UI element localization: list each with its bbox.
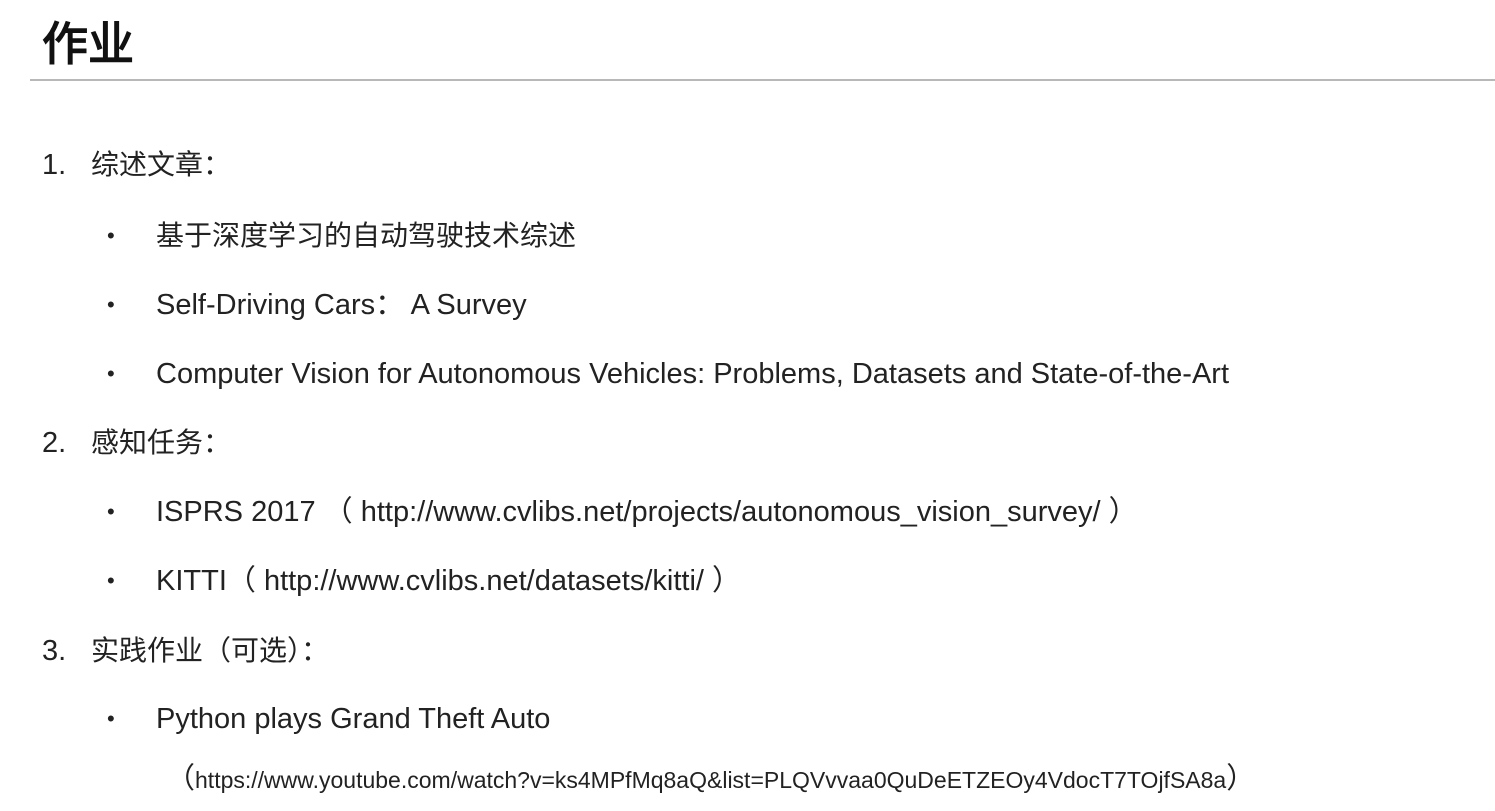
page-title: 作业 xyxy=(42,17,134,71)
section-heading: 感知任务： xyxy=(91,426,232,459)
youtube-url-link[interactable]: https://www.youtube.com/watch?v=ks4MPfMq… xyxy=(195,767,1226,793)
section-number: 1. xyxy=(42,149,67,181)
bullet-icon: • xyxy=(107,706,115,731)
list-item: 基于深度学习的自动驾驶技术综述 xyxy=(156,219,577,252)
list-item: Python plays Grand Theft Auto xyxy=(156,703,551,735)
bullet-icon: • xyxy=(107,568,115,593)
list-item-link[interactable]: KITTI（ http://www.cvlibs.net/datasets/ki… xyxy=(156,563,741,599)
section-number: 3. xyxy=(42,635,67,667)
youtube-link-line: （https://www.youtube.com/watch?v=ks4MPfM… xyxy=(166,761,1255,798)
close-paren: ） xyxy=(1226,763,1256,795)
bullet-icon: • xyxy=(107,223,115,248)
list-item: Self-Driving Cars： A Survey xyxy=(156,289,527,321)
section-heading: 综述文章： xyxy=(91,148,232,181)
bullet-icon: • xyxy=(107,292,115,317)
bullet-icon: • xyxy=(107,361,115,386)
title-divider xyxy=(30,79,1495,81)
list-item-link[interactable]: ISPRS 2017 （ http://www.cvlibs.net/proje… xyxy=(156,494,1138,530)
list-item: Computer Vision for Autonomous Vehicles:… xyxy=(156,358,1229,390)
section-heading: 实践作业（可选）： xyxy=(91,634,330,667)
bullet-icon: • xyxy=(107,499,115,524)
section-number: 2. xyxy=(42,427,67,459)
open-paren: （ xyxy=(166,763,196,795)
